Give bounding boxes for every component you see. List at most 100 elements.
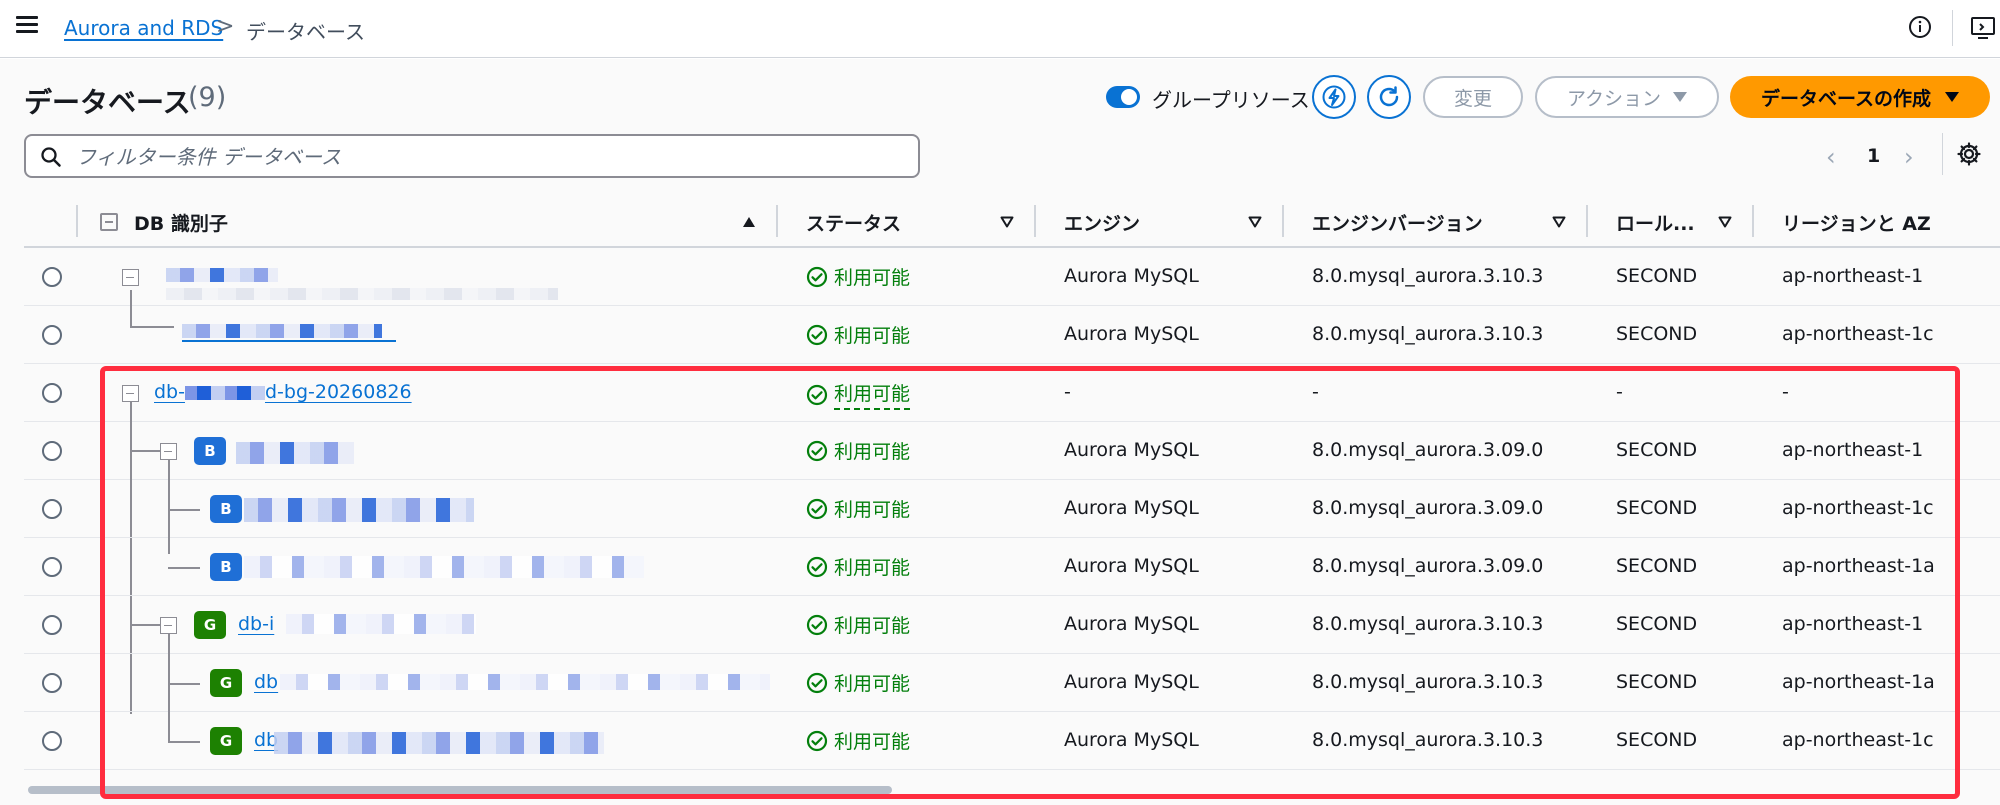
row-select-radio[interactable] [42, 673, 62, 693]
redacted-identifier[interactable] [244, 498, 474, 522]
region-cell: - [1782, 381, 1789, 403]
region-cell: ap-northeast-1 [1782, 439, 1924, 461]
group-resources-toggle[interactable] [1106, 86, 1140, 108]
status-cell: 利用可能 [806, 437, 910, 464]
next-page-button[interactable]: › [1904, 143, 1914, 171]
actions-dropdown[interactable]: アクション [1535, 76, 1719, 118]
row-select-radio[interactable] [42, 615, 62, 635]
table-row[interactable]: G db-i 利用可能 Aurora MySQL 8.0.mysql_auror… [24, 596, 2000, 654]
screen-icon[interactable] [1970, 15, 2000, 41]
modify-button-label: 変更 [1453, 87, 1492, 110]
sort-icon[interactable] [1248, 216, 1262, 228]
horizontal-scrollbar[interactable] [28, 786, 892, 794]
status-text: 利用可能 [834, 441, 911, 463]
current-page-number[interactable]: 1 [1867, 145, 1880, 167]
column-header-engine[interactable]: エンジン [1064, 209, 1140, 236]
status-cell[interactable]: 利用可能 [806, 379, 911, 410]
table-row[interactable]: 利用可能 Aurora MySQL 8.0.mysql_aurora.3.10.… [24, 290, 2000, 364]
create-database-button[interactable]: データベースの作成 [1730, 76, 1990, 118]
check-circle-icon [806, 266, 828, 287]
engine-version-cell: 8.0.mysql_aurora.3.09.0 [1312, 497, 1544, 519]
deployment-identifier-link[interactable]: db-d-bg-20260826 [154, 381, 412, 403]
table-row[interactable]: B 利用可能 Aurora MySQL 8.0.mysql_aurora.3.0… [24, 460, 2000, 554]
tree-connector [130, 450, 160, 452]
column-separator [1586, 205, 1588, 237]
filter-input[interactable] [76, 144, 896, 170]
redacted-identifier [274, 732, 604, 754]
gear-icon[interactable] [1956, 141, 1982, 167]
group-resources-label: グループリソース [1152, 88, 1310, 112]
redacted-identifier[interactable] [236, 442, 354, 464]
collapse-all-checkbox[interactable] [100, 213, 118, 231]
engine-cell: Aurora MySQL [1064, 613, 1199, 635]
tree-connector [168, 567, 200, 569]
engine-cell: Aurora MySQL [1064, 729, 1199, 751]
column-header-role[interactable]: ロール... [1616, 209, 1695, 236]
check-circle-icon [806, 440, 828, 461]
table-row[interactable]: B 利用可能 Aurora MySQL 8.0.mysql_aurora.3.0… [24, 402, 2000, 714]
redacted-identifier [286, 614, 476, 634]
collapse-toggle[interactable] [160, 443, 177, 460]
sort-icon[interactable] [1552, 216, 1566, 228]
breadcrumb-separator: > [216, 14, 235, 39]
main-content: データベース (9) グループリソース 変更 アクション データベースの作成 ‹… [0, 59, 2000, 805]
sort-icon[interactable] [1000, 216, 1014, 228]
instance-identifier-link[interactable]: db [254, 671, 278, 693]
table-row[interactable]: 利用可能 Aurora MySQL 8.0.mysql_aurora.3.10.… [24, 248, 2000, 306]
link-underline [182, 340, 396, 342]
row-select-radio[interactable] [42, 557, 62, 577]
status-cell: 利用可能 [806, 669, 910, 696]
column-header-engine-version[interactable]: エンジンバージョン [1312, 209, 1483, 236]
role-cell: SECOND [1616, 555, 1698, 577]
lightning-icon [1322, 85, 1346, 109]
row-select-radio[interactable] [42, 383, 62, 403]
role-cell: SECOND [1616, 497, 1698, 519]
lightning-button[interactable] [1312, 75, 1356, 119]
engine-cell: Aurora MySQL [1064, 439, 1199, 461]
previous-page-button[interactable]: ‹ [1826, 143, 1836, 171]
row-select-radio[interactable] [42, 731, 62, 751]
table-row[interactable]: G db 利用可能 Aurora MySQL 8.0.mysql_aurora.… [24, 712, 2000, 770]
sort-icon[interactable] [1718, 216, 1732, 228]
table-row[interactable]: db-d-bg-20260826 利用可能 - - - - [24, 364, 2000, 422]
check-circle-icon [806, 384, 828, 405]
role-cell: - [1616, 381, 1623, 403]
engine-cell: - [1064, 381, 1071, 403]
row-select-radio[interactable] [42, 441, 62, 461]
redacted-identifier [280, 674, 770, 690]
engine-version-cell: 8.0.mysql_aurora.3.09.0 [1312, 439, 1544, 461]
caret-down-icon [1673, 92, 1688, 102]
cluster-identifier-link[interactable]: db-i [238, 613, 274, 635]
refresh-button[interactable] [1367, 75, 1411, 119]
column-header-status[interactable]: ステータス [806, 209, 901, 236]
breadcrumb-aurora-rds[interactable]: Aurora and RDS [64, 16, 223, 40]
topbar-divider [1952, 10, 1953, 46]
check-circle-icon [806, 556, 828, 577]
status-text: 利用可能 [834, 557, 911, 579]
redacted-identifier[interactable] [182, 324, 382, 338]
redacted-identifier [166, 268, 278, 282]
collapse-toggle[interactable] [122, 269, 139, 286]
modify-button[interactable]: 変更 [1423, 76, 1523, 118]
check-circle-icon [806, 614, 828, 635]
hamburger-icon[interactable] [16, 16, 38, 34]
column-header-region[interactable]: リージョンと AZ [1782, 209, 1931, 236]
role-cell: SECOND [1616, 671, 1698, 693]
collapse-toggle[interactable] [160, 617, 177, 634]
redacted-identifier[interactable] [244, 556, 644, 578]
region-cell: ap-northeast-1c [1782, 497, 1934, 519]
identifier-prefix: db- [154, 381, 185, 403]
row-select-radio[interactable] [42, 499, 62, 519]
sort-ascending-icon[interactable] [742, 216, 756, 228]
info-icon[interactable] [1908, 15, 1932, 39]
row-select-radio[interactable] [42, 325, 62, 345]
collapse-toggle[interactable] [122, 385, 139, 402]
region-cell: ap-northeast-1a [1782, 671, 1935, 693]
blue-badge: B [210, 495, 242, 523]
tree-connector [168, 683, 200, 685]
table-row[interactable]: B 利用可能 Aurora MySQL 8.0.mysql_aurora.3.0… [24, 538, 2000, 596]
table-row[interactable]: G db 利用可能 Aurora MySQL 8.0.mysql_aurora.… [24, 634, 2000, 742]
column-header-identifier[interactable]: DB 識別子 [134, 209, 228, 236]
row-select-radio[interactable] [42, 267, 62, 287]
status-cell: 利用可能 [806, 727, 910, 754]
